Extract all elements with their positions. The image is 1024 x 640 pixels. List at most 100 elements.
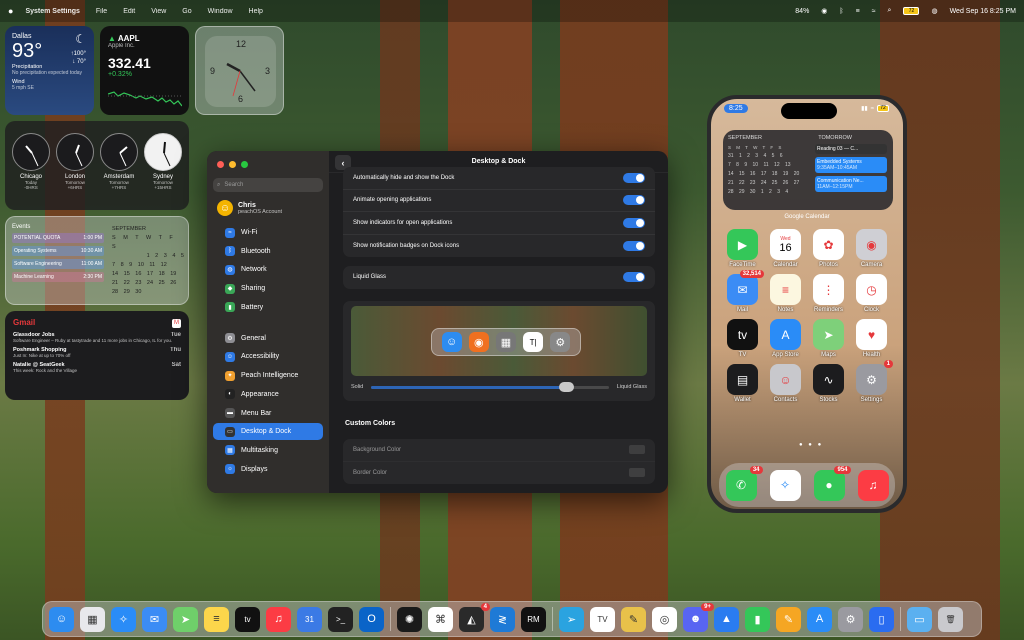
app-mail[interactable]: ✉ 32,514 Mail <box>721 270 764 313</box>
music-icon[interactable]: ♫ <box>266 606 291 632</box>
spark-icon[interactable]: ✺ <box>397 606 422 632</box>
animate-toggle[interactable] <box>623 195 645 206</box>
rubymine-icon[interactable]: RM <box>521 606 546 632</box>
minimize-button[interactable] <box>229 161 236 168</box>
sidebar-item-menu-bar[interactable]: ▬ Menu Bar <box>213 405 323 422</box>
glass-slider[interactable] <box>371 381 609 392</box>
page-dots[interactable]: ● ● ● <box>799 442 823 448</box>
pages-icon[interactable]: ✎ <box>776 606 801 632</box>
control-center-icon[interactable]: ≡ <box>856 8 860 15</box>
menu-go[interactable]: Go <box>182 8 191 15</box>
safari-icon[interactable]: ✧ <box>769 469 801 501</box>
stock-widget[interactable]: ▲ AAPL Apple Inc. 332.41 +0.32% <box>100 26 189 115</box>
app-facetime[interactable]: ▶ FaceTime <box>721 229 764 268</box>
liquid-glass-toggle[interactable] <box>623 272 645 283</box>
battery-status[interactable]: 72 <box>903 7 920 15</box>
tv-icon[interactable]: tv <box>235 606 260 632</box>
events-widget[interactable]: Events POTENTIAL QUOTA 1:00 PM Operating … <box>5 216 189 305</box>
chrome-icon[interactable]: ◎ <box>652 606 677 632</box>
safari-icon[interactable]: ✧ <box>111 606 136 632</box>
menu-file[interactable]: File <box>96 8 107 15</box>
numbers-icon[interactable]: ▮ <box>745 606 770 632</box>
gmail-compose-icon[interactable]: M <box>172 319 181 328</box>
indicators-toggle[interactable] <box>623 217 645 228</box>
terminal-icon[interactable]: >_ <box>328 606 353 632</box>
event-item[interactable]: Operating Systems 10:30 AM <box>12 246 104 256</box>
event-item[interactable]: POTENTIAL QUOTA 1:00 PM <box>12 233 104 243</box>
app-wallet[interactable]: ▤ Wallet <box>721 364 764 403</box>
app-maps[interactable]: ➤ Maps <box>807 319 850 358</box>
sidebar-item-accessibility[interactable]: ☺ Accessibility <box>213 348 323 365</box>
notchmeister-icon[interactable]: ✎ <box>621 606 646 632</box>
vscode-icon[interactable]: ≷ <box>490 606 515 632</box>
menu-datetime[interactable]: Wed Sep 16 8:25 PM <box>950 8 1016 15</box>
sidebar-item-multitasking[interactable]: ▦ Multitasking <box>213 442 323 459</box>
zoom-button[interactable] <box>241 161 248 168</box>
iphone-mirroring-window[interactable]: 8:25 ▮▮ ≈72 SEPTEMBER TOMORROW S M T W T F… <box>707 95 907 513</box>
app-clock[interactable]: ◷ Clock <box>850 274 893 313</box>
downloads-folder-icon[interactable]: ▭ <box>907 606 932 632</box>
tradingview-icon[interactable]: TV <box>590 606 615 632</box>
status-icon[interactable]: ◉ <box>821 7 827 15</box>
mail-item[interactable]: Poshmark Shopping Thu Just In: Nike at up… <box>13 347 181 358</box>
app-calendar[interactable]: Wed 16 Calendar <box>764 229 807 268</box>
app-tv[interactable]: tv TV <box>721 319 764 358</box>
event-item[interactable]: Software Engineering 11:00 AM <box>12 259 104 269</box>
app-app-store[interactable]: A App Store <box>764 319 807 358</box>
mail-item[interactable]: Natalie @ SeatGeek Sat This week: Rock an… <box>13 362 181 373</box>
keynote-icon[interactable]: ▲ <box>714 606 739 632</box>
mail-icon[interactable]: ✉ <box>142 606 167 632</box>
wifi-status-icon[interactable]: ≈ <box>872 8 876 15</box>
percent-status[interactable]: 84% <box>795 8 809 15</box>
iphone-mirroring-icon[interactable]: ▯ <box>869 606 894 632</box>
search-status-icon[interactable]: ⌕ <box>888 7 892 15</box>
border-color-swatch[interactable] <box>629 468 645 478</box>
settings-icon[interactable]: ⚙ <box>838 606 863 632</box>
phone-event[interactable]: Communication Ne... 11AM–12:15PM <box>815 176 887 192</box>
world-clock-widget[interactable]: Chicago Today -0HRS London Tomorrow +6HR… <box>5 121 189 210</box>
app-settings[interactable]: ⚙ 1 Settings <box>850 360 893 403</box>
sidebar-item-appearance[interactable]: ◐ Appearance <box>213 386 323 403</box>
close-button[interactable] <box>217 161 224 168</box>
gmail-widget[interactable]: Gmail M Glassdoor Jobs Tue Software Engin… <box>5 311 189 400</box>
app-stocks[interactable]: ∿ Stocks <box>807 364 850 403</box>
appstore-icon[interactable]: A <box>807 606 832 632</box>
app-reminders[interactable]: ⋮ Reminders <box>807 274 850 313</box>
sidebar-item-sharing[interactable]: ◆ Sharing <box>213 280 323 297</box>
cursor-icon[interactable]: ◭ 4 <box>459 602 490 632</box>
sidebar-item-network[interactable]: ◍ Network <box>213 261 323 278</box>
weather-widget[interactable]: Dallas 93° ☾ ↑100° ↓ 70° Precipitation N… <box>5 26 94 115</box>
maps-icon[interactable]: ➤ <box>173 606 198 632</box>
launchpad-icon[interactable]: ▦ <box>80 606 105 632</box>
bluetooth-status-icon[interactable]: ᛒ <box>839 8 843 15</box>
menu-app-name[interactable]: System Settings <box>25 8 79 15</box>
slider-thumb[interactable] <box>558 381 574 392</box>
sidebar-item-peach-intelligence[interactable]: ✦ Peach Intelligence <box>213 367 323 384</box>
badges-toggle[interactable] <box>623 240 645 251</box>
mail-item[interactable]: Glassdoor Jobs Tue Software Engineer – Ru… <box>13 332 181 343</box>
phone-icon[interactable]: ✆ 34 <box>725 465 763 501</box>
account-item[interactable]: ☺ Chris peachOS Account <box>217 200 323 216</box>
discord-icon[interactable]: ☻ 9+ <box>683 602 714 632</box>
siri-icon[interactable]: ◍ <box>931 7 937 15</box>
sidebar-item-displays[interactable]: ☼ Displays <box>213 461 323 478</box>
app-health[interactable]: ♥ Health <box>850 319 893 358</box>
app-contacts[interactable]: ☺ Contacts <box>764 364 807 403</box>
background-color-swatch[interactable] <box>629 445 645 455</box>
event-item[interactable]: Machine Learning 2:30 PM <box>12 272 104 282</box>
calendar-icon[interactable]: 31 <box>297 606 322 632</box>
autohide-toggle[interactable] <box>623 172 645 183</box>
calendar-widget[interactable]: SEPTEMBER TOMORROW S M T W T F S 31 1 2 3… <box>723 130 893 210</box>
app-notes[interactable]: ≡ Notes <box>764 274 807 313</box>
search-input[interactable]: ⌕ Search <box>213 178 323 192</box>
sidebar-item-battery[interactable]: ▮ Battery <box>213 299 323 316</box>
sidebar-item-wi-fi[interactable]: ≈ Wi-Fi <box>213 224 323 241</box>
app-camera[interactable]: ◉ Camera <box>850 229 893 268</box>
menu-help[interactable]: Help <box>249 8 263 15</box>
app-photos[interactable]: ✿ Photos <box>807 229 850 268</box>
messages-icon[interactable]: ● 954 <box>813 465 851 501</box>
menu-view[interactable]: View <box>151 8 166 15</box>
apple-menu-icon[interactable]: ● <box>8 6 13 16</box>
trash-icon[interactable]: 🗑 <box>938 606 963 632</box>
sidebar-item-desktop-dock[interactable]: ▭ Desktop & Dock <box>213 423 323 441</box>
